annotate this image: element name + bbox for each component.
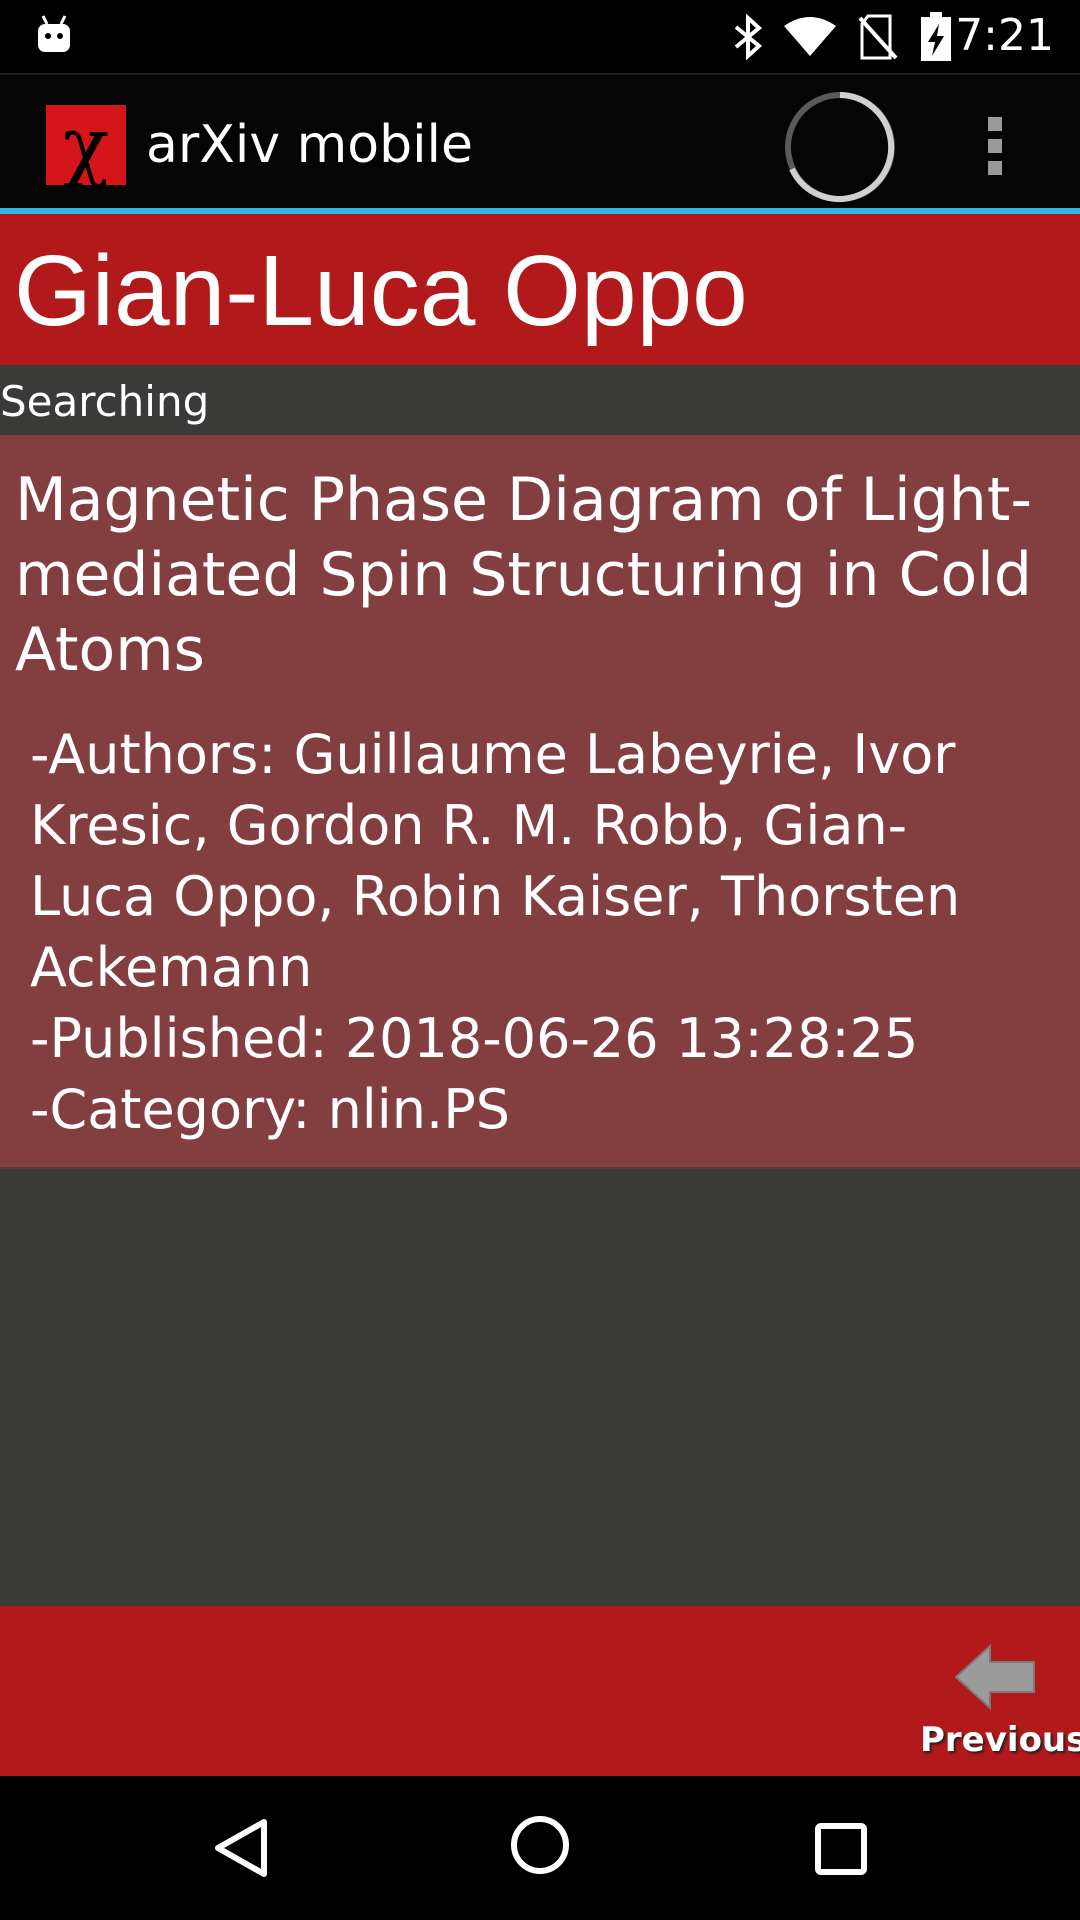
previous-label: Previous (920, 1720, 1080, 1760)
paper-category: -Category: nlin.PS (30, 1078, 511, 1141)
list-item[interactable]: Magnetic Phase Diagram of Light-mediated… (0, 435, 1080, 1169)
bottom-bar: Previous (0, 1606, 1080, 1776)
system-nav-bar (0, 1776, 1080, 1920)
arrow-left-icon (952, 1642, 1038, 1716)
wifi-icon (782, 16, 838, 62)
status-clock: 7:21 (955, 10, 1054, 61)
search-status-strip: Searching (0, 365, 1080, 435)
recents-icon[interactable] (814, 1822, 868, 1880)
battery-charging-icon (920, 12, 952, 66)
paper-published: -Published: 2018-06-26 13:28:25 (30, 1007, 919, 1070)
back-icon[interactable] (210, 1816, 270, 1884)
empty-list-area (0, 1169, 1080, 1606)
loading-spinner-icon (782, 89, 898, 209)
app-title: arXiv mobile (146, 115, 473, 175)
action-bar: χ arXiv mobile (0, 73, 1080, 211)
paper-title: Magnetic Phase Diagram of Light-mediated… (15, 465, 1033, 685)
android-debug-icon (36, 14, 72, 58)
screen: 7:21 χ arXiv mobile Gian-Luca Oppo Searc… (0, 0, 1080, 1920)
paper-authors: -Authors: Guillaume Labeyrie, Ivor Kresi… (30, 723, 961, 999)
previous-button[interactable]: Previous (910, 1636, 1080, 1766)
author-name: Gian-Luca Oppo (14, 235, 748, 347)
status-bar: 7:21 (0, 0, 1080, 73)
home-icon[interactable] (509, 1814, 571, 1880)
bluetooth-icon (730, 13, 766, 64)
no-sim-icon (858, 14, 898, 64)
searching-label: Searching (0, 377, 210, 426)
paper-meta: -Authors: Guillaume Labeyrie, Ivor Kresi… (30, 719, 980, 1145)
app-logo[interactable]: χ (46, 105, 126, 185)
author-header: Gian-Luca Oppo (0, 214, 1080, 365)
overflow-menu-icon[interactable] (984, 115, 1008, 183)
app-logo-glyph: χ (62, 100, 110, 189)
